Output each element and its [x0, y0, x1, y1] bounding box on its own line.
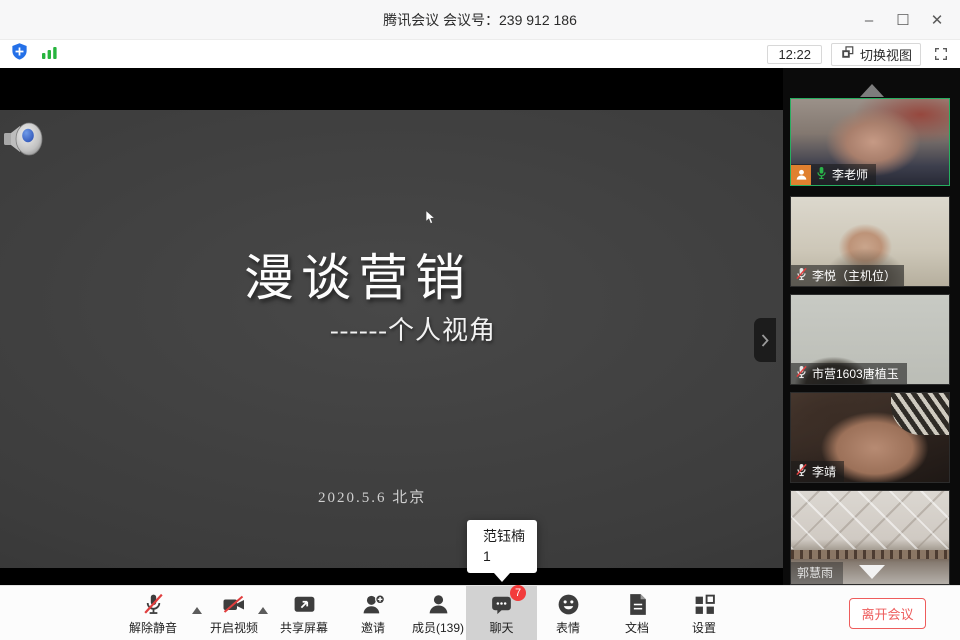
fullscreen-button[interactable]	[930, 43, 952, 65]
video-options-caret[interactable]	[258, 607, 268, 614]
slide-date: 2020.5.6 北京	[318, 486, 426, 507]
mic-muted-icon	[141, 591, 166, 618]
participant-name-tag: 李靖	[791, 461, 844, 482]
bottom-toolbar: 解除静音 开启视频 共享屏幕 邀请 成员(139)	[0, 585, 960, 640]
close-button[interactable]: ✕	[920, 0, 954, 40]
minimize-button[interactable]: –	[852, 0, 886, 40]
invite-icon	[361, 591, 386, 618]
chat-message-popup[interactable]: 范钰楠 1	[467, 520, 537, 573]
start-video-button[interactable]: 开启视频	[203, 586, 265, 640]
settings-button[interactable]: 设置	[676, 586, 732, 640]
mic-muted-icon	[795, 267, 808, 284]
share-screen-button[interactable]: 共享屏幕	[271, 586, 337, 640]
window-title: 腾讯会议 会议号：239 912 186	[0, 0, 960, 40]
host-badge-icon	[791, 165, 811, 185]
shared-screen-stage: 漫谈营销 ------个人视角 2020.5.6 北京	[0, 68, 783, 585]
members-button[interactable]: 成员(139)	[404, 586, 472, 640]
chat-popup-pointer	[494, 573, 510, 582]
video-thumbnail-li-laoshi[interactable]: 李老师	[790, 98, 950, 186]
switch-view-button[interactable]: 切换视图	[831, 43, 921, 66]
video-thumbnail-li-jing[interactable]: 李靖	[790, 392, 950, 483]
participant-name: 李靖	[812, 463, 836, 480]
chat-icon: 7	[489, 591, 514, 618]
presentation-slide: 漫谈营销 ------个人视角 2020.5.6 北京	[0, 110, 783, 568]
mic-muted-icon	[795, 365, 808, 382]
participant-name: 市营1603唐植玉	[812, 365, 899, 382]
slide-subtitle: ------个人视角	[330, 310, 496, 347]
unmute-label: 解除静音	[129, 619, 177, 636]
camera-muted-icon	[221, 591, 247, 618]
unmute-button[interactable]: 解除静音	[122, 586, 184, 640]
emoji-icon	[556, 591, 581, 618]
settings-grid-icon	[693, 591, 716, 618]
docs-button[interactable]: 文档	[609, 586, 665, 640]
participant-name-tag: 李悦（主机位）	[791, 265, 904, 286]
participant-name: 郭慧雨	[791, 562, 843, 584]
participants-sidebar: 李老师 李悦（主机位） 市营1603唐植玉	[783, 68, 960, 585]
emoji-button[interactable]: 表情	[540, 586, 596, 640]
invite-button[interactable]: 邀请	[345, 586, 401, 640]
topbar-right: 12:22 切换视图	[767, 40, 952, 68]
scroll-up-icon[interactable]	[860, 84, 884, 97]
participant-name: 李悦（主机位）	[812, 267, 896, 284]
video-thumbnail-li-yue[interactable]: 李悦（主机位）	[790, 196, 950, 287]
document-icon	[626, 591, 649, 618]
security-shield-icon[interactable]	[10, 42, 29, 66]
mouse-cursor-icon	[425, 210, 436, 230]
docs-label: 文档	[625, 619, 649, 636]
network-signal-icon[interactable]	[41, 44, 58, 65]
video-thumbnail-tang-zhiyu[interactable]: 市营1603唐植玉	[790, 294, 950, 385]
chat-label: 聊天	[489, 619, 513, 636]
members-label: 成员(139)	[412, 619, 464, 636]
meeting-window: 腾讯会议 会议号：239 912 186 – ☐ ✕ 12:22 切换视图	[0, 0, 960, 640]
slide-title: 漫谈营销	[244, 238, 472, 310]
members-icon	[426, 591, 451, 618]
video-frame-detail	[791, 491, 949, 549]
chat-popup-sender: 范钰楠	[483, 526, 529, 546]
mic-on-icon	[815, 166, 828, 183]
scroll-down-icon[interactable]	[859, 565, 885, 579]
chat-button[interactable]: 7 聊天	[466, 586, 537, 640]
emoji-label: 表情	[556, 619, 580, 636]
video-frame-detail	[791, 550, 949, 559]
participant-name-tag: 市营1603唐植玉	[791, 363, 907, 384]
maximize-button[interactable]: ☐	[886, 0, 920, 40]
switch-view-label: 切换视图	[860, 45, 912, 64]
leave-meeting-button[interactable]: 离开会议	[849, 598, 926, 629]
titlebar: 腾讯会议 会议号：239 912 186 – ☐ ✕	[0, 0, 960, 40]
chat-popup-message: 1	[483, 546, 529, 566]
video-frame-detail	[891, 393, 949, 435]
share-screen-icon	[292, 591, 317, 618]
window-controls: – ☐ ✕	[852, 0, 954, 40]
settings-label: 设置	[692, 619, 716, 636]
mic-options-caret[interactable]	[192, 607, 202, 614]
topbar-left	[10, 40, 58, 68]
meeting-timer: 12:22	[767, 45, 822, 64]
sidebar-collapse-chevron[interactable]	[754, 318, 776, 362]
mic-muted-icon	[795, 463, 808, 480]
participant-name-tag: 李老师	[791, 164, 876, 185]
chat-unread-badge: 7	[510, 585, 526, 601]
invite-label: 邀请	[361, 619, 385, 636]
share-screen-label: 共享屏幕	[280, 619, 328, 636]
slide-audio-speaker-icon	[3, 116, 45, 167]
switch-view-icon	[840, 45, 855, 63]
participant-name: 李老师	[832, 166, 868, 183]
start-video-label: 开启视频	[210, 619, 258, 636]
topbar: 12:22 切换视图	[0, 40, 960, 68]
